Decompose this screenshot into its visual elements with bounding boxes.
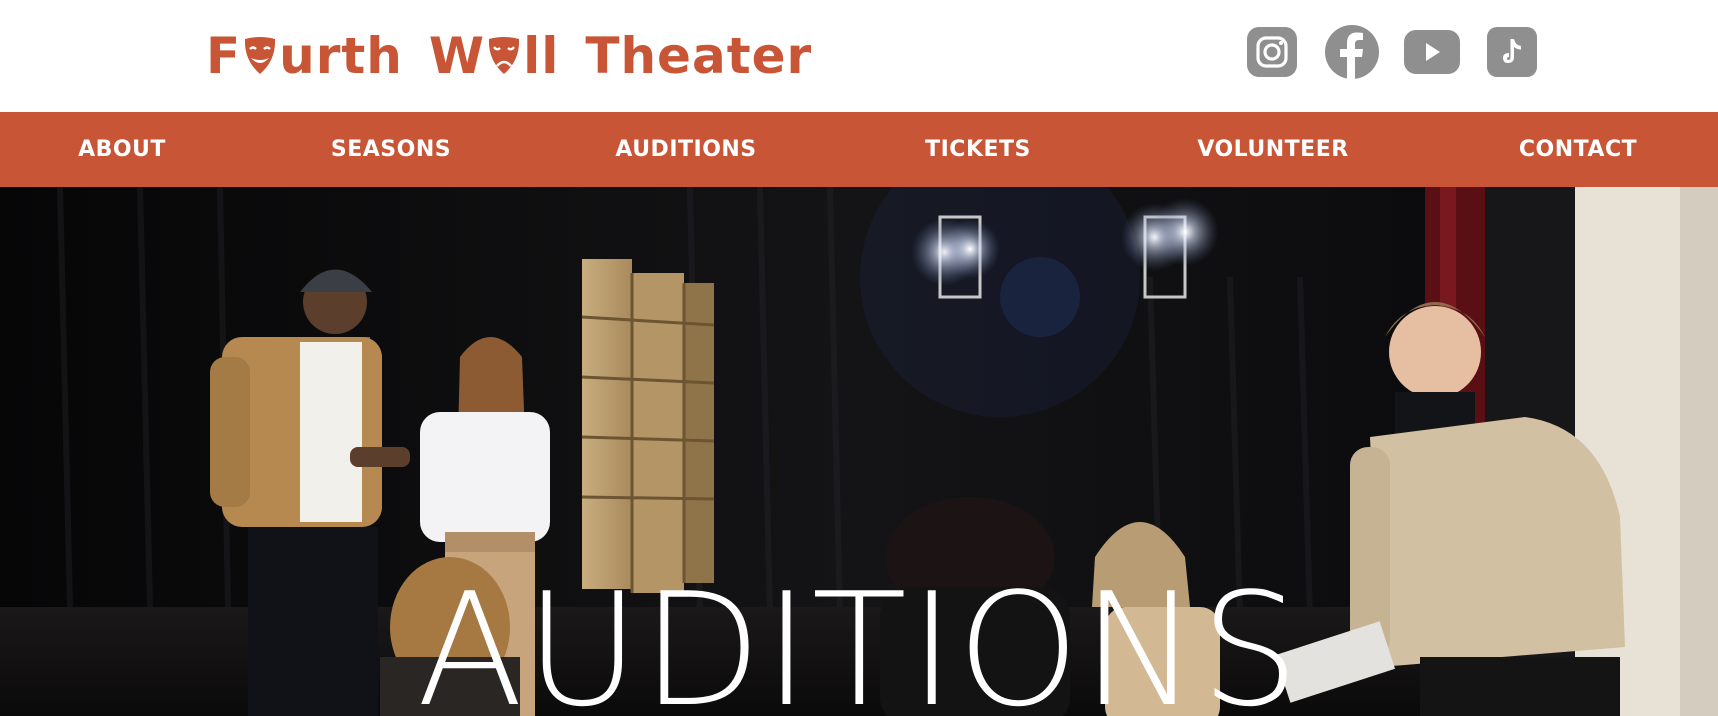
nav-item-tickets[interactable]: TICKETS [925,112,1031,187]
site-logo[interactable]: F urth W ll Theater [206,27,813,85]
comedy-mask-icon [245,37,276,74]
hero-title: AUDITIONS [416,559,1302,716]
youtube-link[interactable] [1404,24,1460,80]
social-links [1244,24,1540,80]
logo-letter: F [206,27,242,85]
logo-text: ll [523,27,560,85]
hero-banner: AUDITIONS [0,187,1718,716]
instagram-icon [1247,27,1297,77]
youtube-icon [1404,30,1460,74]
nav-item-contact[interactable]: CONTACT [1519,112,1637,187]
site-header: F urth W ll Theater [0,0,1718,112]
logo-text: urth [279,27,403,85]
facebook-icon [1325,25,1379,79]
logo-letter: W [428,27,486,85]
nav-item-auditions[interactable]: AUDITIONS [615,112,756,187]
tragedy-mask-icon [489,37,520,74]
nav-item-seasons[interactable]: SEASONS [331,112,451,187]
instagram-link[interactable] [1244,24,1300,80]
tiktok-link[interactable] [1484,24,1540,80]
tiktok-icon [1487,27,1537,77]
logo-word-theater: Theater [585,27,813,85]
main-nav: ABOUT SEASONS AUDITIONS TICKETS VOLUNTEE… [0,112,1718,187]
nav-item-about[interactable]: ABOUT [78,112,166,187]
logo-word-fourth: F urth [206,27,403,85]
logo-word-wall: W ll [429,27,559,85]
nav-item-volunteer[interactable]: VOLUNTEER [1197,112,1348,187]
facebook-link[interactable] [1324,24,1380,80]
